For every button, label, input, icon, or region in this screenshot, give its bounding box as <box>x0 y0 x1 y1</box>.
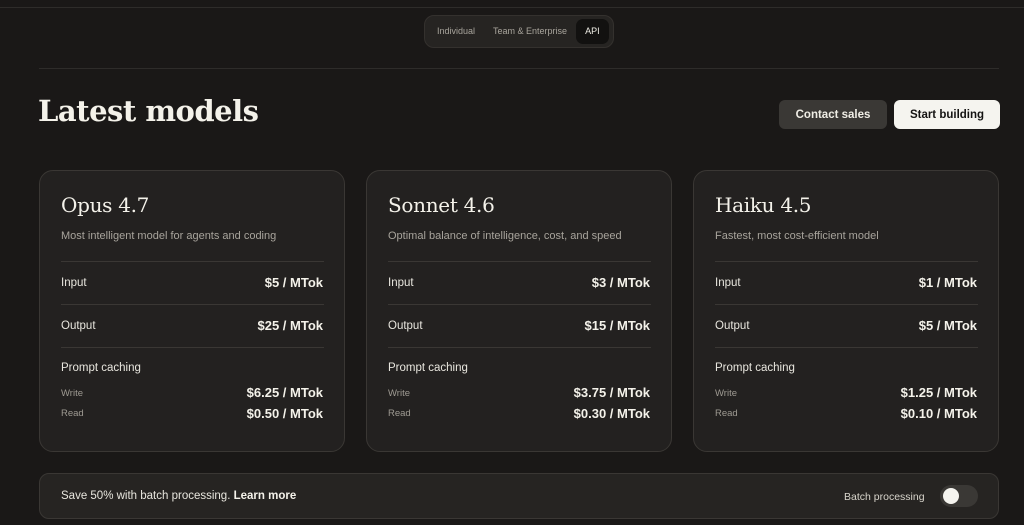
card-divider <box>388 347 651 348</box>
write-label: Write <box>61 388 83 399</box>
prompt-caching-label: Prompt caching <box>61 362 141 374</box>
input-label: Input <box>61 277 87 289</box>
card-divider <box>715 347 978 348</box>
section-divider <box>39 68 999 69</box>
card-divider <box>61 261 324 262</box>
contact-sales-button[interactable]: Contact sales <box>779 100 887 129</box>
read-label: Read <box>388 408 411 419</box>
model-name: Opus 4.7 <box>61 193 150 217</box>
prompt-caching-label: Prompt caching <box>715 362 795 374</box>
model-name: Sonnet 4.6 <box>388 193 495 217</box>
learn-more-link[interactable]: Learn more <box>234 490 297 502</box>
start-building-button[interactable]: Start building <box>894 100 1000 129</box>
read-price: $0.30 / MTok <box>573 406 650 421</box>
tab-api[interactable]: API <box>576 19 609 44</box>
model-card-sonnet: Sonnet 4.6 Optimal balance of intelligen… <box>366 170 672 452</box>
batch-savings-text: Save 50% with batch processing. Learn mo… <box>61 490 296 502</box>
read-price: $0.50 / MTok <box>246 406 323 421</box>
read-label: Read <box>61 408 84 419</box>
toggle-knob <box>943 488 959 504</box>
model-description: Most intelligent model for agents and co… <box>61 230 277 242</box>
tab-individual[interactable]: Individual <box>428 19 484 44</box>
output-label: Output <box>715 320 750 332</box>
read-price: $0.10 / MTok <box>900 406 977 421</box>
prompt-caching-label: Prompt caching <box>388 362 468 374</box>
write-label: Write <box>715 388 737 399</box>
output-label: Output <box>61 320 96 332</box>
model-description: Optimal balance of intelligence, cost, a… <box>388 230 622 242</box>
tab-team-enterprise[interactable]: Team & Enterprise <box>484 19 576 44</box>
batch-processing-label: Batch processing <box>844 491 925 503</box>
batch-savings-message: Save 50% with batch processing. <box>61 490 231 502</box>
card-divider <box>61 304 324 305</box>
top-divider <box>0 7 1024 8</box>
output-price: $25 / MTok <box>257 318 323 333</box>
write-label: Write <box>388 388 410 399</box>
output-price: $15 / MTok <box>584 318 650 333</box>
input-price: $5 / MTok <box>264 275 323 290</box>
card-divider <box>61 347 324 348</box>
output-label: Output <box>388 320 423 332</box>
read-label: Read <box>715 408 738 419</box>
page-title: Latest models <box>38 94 259 128</box>
card-divider <box>388 304 651 305</box>
batch-processing-bar: Save 50% with batch processing. Learn mo… <box>39 473 999 519</box>
plan-tabs: Individual Team & Enterprise API <box>424 15 614 48</box>
card-divider <box>388 261 651 262</box>
model-card-haiku: Haiku 4.5 Fastest, most cost-efficient m… <box>693 170 999 452</box>
input-price: $3 / MTok <box>591 275 650 290</box>
input-price: $1 / MTok <box>918 275 977 290</box>
output-price: $5 / MTok <box>918 318 977 333</box>
card-divider <box>715 261 978 262</box>
write-price: $3.75 / MTok <box>573 385 650 400</box>
write-price: $1.25 / MTok <box>900 385 977 400</box>
model-description: Fastest, most cost-efficient model <box>715 230 879 242</box>
input-label: Input <box>388 277 414 289</box>
card-divider <box>715 304 978 305</box>
model-name: Haiku 4.5 <box>715 193 812 217</box>
batch-processing-toggle[interactable] <box>940 485 978 507</box>
model-card-opus: Opus 4.7 Most intelligent model for agen… <box>39 170 345 452</box>
write-price: $6.25 / MTok <box>246 385 323 400</box>
input-label: Input <box>715 277 741 289</box>
